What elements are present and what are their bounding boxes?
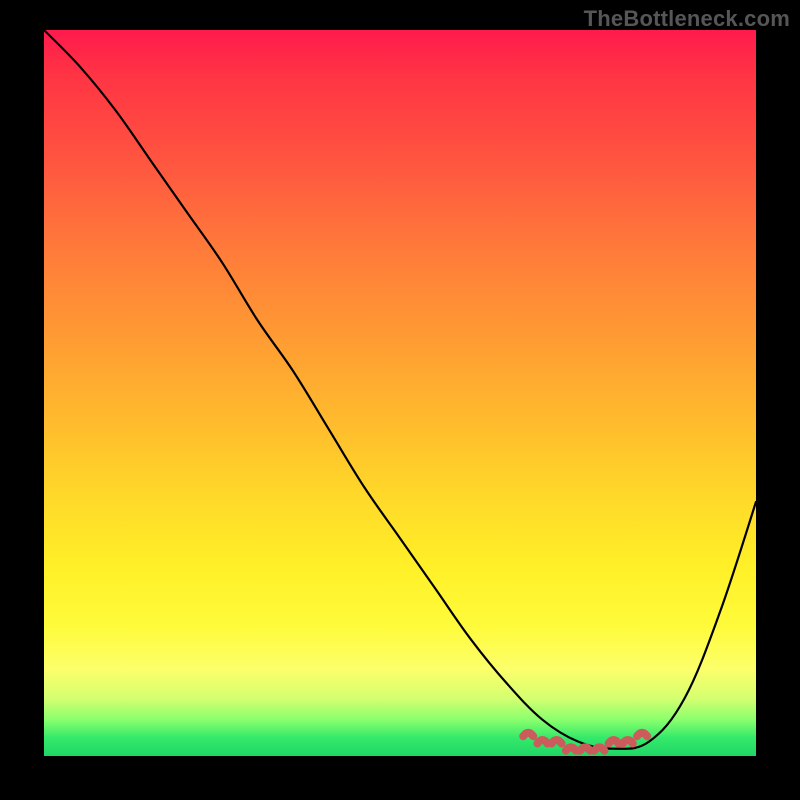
chart-plot-area xyxy=(44,30,756,756)
chart-svg xyxy=(44,30,756,756)
bottleneck-curve xyxy=(44,30,756,749)
watermark-text: TheBottleneck.com xyxy=(584,6,790,32)
